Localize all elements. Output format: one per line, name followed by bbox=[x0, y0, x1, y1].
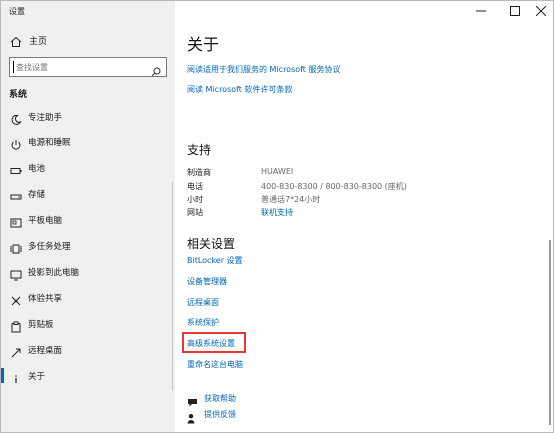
sidebar-item-label: 电池 bbox=[28, 164, 46, 174]
license-terms-link[interactable]: 阅读 Microsoft 软件许可条款 bbox=[187, 84, 293, 95]
help-icon bbox=[187, 393, 198, 407]
sidebar-item-about[interactable]: 关于 bbox=[1, 364, 175, 388]
storage-icon bbox=[10, 188, 22, 200]
sidebar-item-label: 平板电脑 bbox=[28, 216, 63, 226]
home-icon bbox=[10, 33, 22, 47]
feedback-icon bbox=[187, 409, 198, 424]
project-icon bbox=[10, 266, 22, 281]
sidebar-item-label: 存储 bbox=[28, 190, 46, 200]
search-input[interactable] bbox=[16, 60, 146, 74]
page-title: 关于 bbox=[187, 35, 220, 54]
sidebar-item-remote-desktop[interactable]: 远程桌面 bbox=[1, 338, 175, 362]
manufacturer-label: 制造商 bbox=[187, 168, 211, 177]
phone-value: 400-830-8300 / 800-830-8300 (座机) bbox=[261, 182, 407, 191]
sidebar-item-label: 多任务处理 bbox=[28, 242, 71, 252]
main-content: 关于 阅读适用于我们服务的 Microsoft 服务协议 阅读 Microsof… bbox=[175, 1, 553, 432]
sidebar-item-label: 体验共享 bbox=[28, 294, 63, 304]
battery-icon bbox=[10, 162, 22, 174]
rename-pc-link[interactable]: 重命名这台电脑 bbox=[187, 359, 243, 370]
search-field[interactable] bbox=[9, 57, 167, 77]
sidebar-item-label: 关于 bbox=[28, 372, 46, 382]
sidebar-item-label: 专注助手 bbox=[28, 113, 63, 123]
text-caret bbox=[13, 61, 14, 73]
sidebar-item-label: 电源和睡眠 bbox=[28, 138, 71, 148]
bitlocker-settings-link[interactable]: BitLocker 设置 bbox=[187, 255, 243, 266]
main-scrollbar[interactable] bbox=[549, 240, 551, 425]
info-icon bbox=[10, 370, 22, 383]
sidebar-item-storage[interactable]: 存储 bbox=[1, 182, 175, 206]
sidebar-scrollbar[interactable] bbox=[172, 181, 173, 391]
search-icon[interactable] bbox=[151, 62, 161, 77]
sidebar-item-label: 远程桌面 bbox=[28, 346, 63, 356]
highlight-box bbox=[182, 332, 246, 353]
sidebar-item-label: 主页 bbox=[29, 37, 48, 47]
power-icon bbox=[10, 136, 22, 150]
sidebar-item-home[interactable]: 主页 bbox=[1, 29, 175, 51]
sidebar-item-tablet[interactable]: 平板电脑 bbox=[1, 208, 175, 232]
sidebar-item-label: 投影到此电脑 bbox=[28, 268, 80, 278]
app-title: 设置 bbox=[9, 7, 25, 16]
remote-icon bbox=[10, 344, 22, 358]
settings-window: 设置 主页 系统 专注助手 电源和睡眠 电池 bbox=[0, 0, 554, 433]
sidebar-item-project[interactable]: 投影到此电脑 bbox=[1, 260, 175, 284]
sidebar-item-label: 剪贴板 bbox=[28, 320, 54, 330]
related-settings-heading: 相关设置 bbox=[187, 237, 236, 251]
sidebar-item-clipboard[interactable]: 剪贴板 bbox=[1, 312, 175, 336]
support-heading: 支持 bbox=[187, 143, 212, 157]
get-help-link[interactable]: 获取帮助 bbox=[204, 393, 236, 404]
online-support-link[interactable]: 联机支持 bbox=[261, 207, 293, 218]
sidebar-item-focus-assist[interactable]: 专注助手 bbox=[1, 105, 175, 129]
phone-label: 电话 bbox=[187, 182, 203, 191]
system-protection-link[interactable]: 系统保护 bbox=[187, 317, 219, 328]
feedback-link[interactable]: 提供反馈 bbox=[204, 409, 236, 420]
website-label: 网站 bbox=[187, 208, 203, 217]
service-agreement-link[interactable]: 阅读适用于我们服务的 Microsoft 服务协议 bbox=[187, 64, 341, 75]
share-icon bbox=[10, 292, 22, 306]
multitask-icon bbox=[10, 240, 22, 254]
hours-value: 普通话7*24小时 bbox=[261, 195, 321, 204]
active-indicator bbox=[1, 368, 4, 383]
device-manager-link[interactable]: 设备管理器 bbox=[187, 276, 227, 287]
tablet-icon bbox=[10, 214, 22, 228]
hours-label: 小时 bbox=[187, 195, 203, 204]
clipboard-icon bbox=[10, 318, 22, 333]
sidebar-item-power-sleep[interactable]: 电源和睡眠 bbox=[1, 130, 175, 154]
sidebar-item-shared-experiences[interactable]: 体验共享 bbox=[1, 286, 175, 310]
moon-icon bbox=[10, 111, 22, 125]
sidebar-item-battery[interactable]: 电池 bbox=[1, 156, 175, 180]
sidebar: 设置 主页 系统 专注助手 电源和睡眠 电池 bbox=[1, 1, 175, 432]
manufacturer-value: HUAWEI bbox=[261, 167, 294, 176]
remote-desktop-link[interactable]: 远程桌面 bbox=[187, 297, 219, 308]
sidebar-item-multitasking[interactable]: 多任务处理 bbox=[1, 234, 175, 258]
section-title: 系统 bbox=[9, 90, 28, 100]
